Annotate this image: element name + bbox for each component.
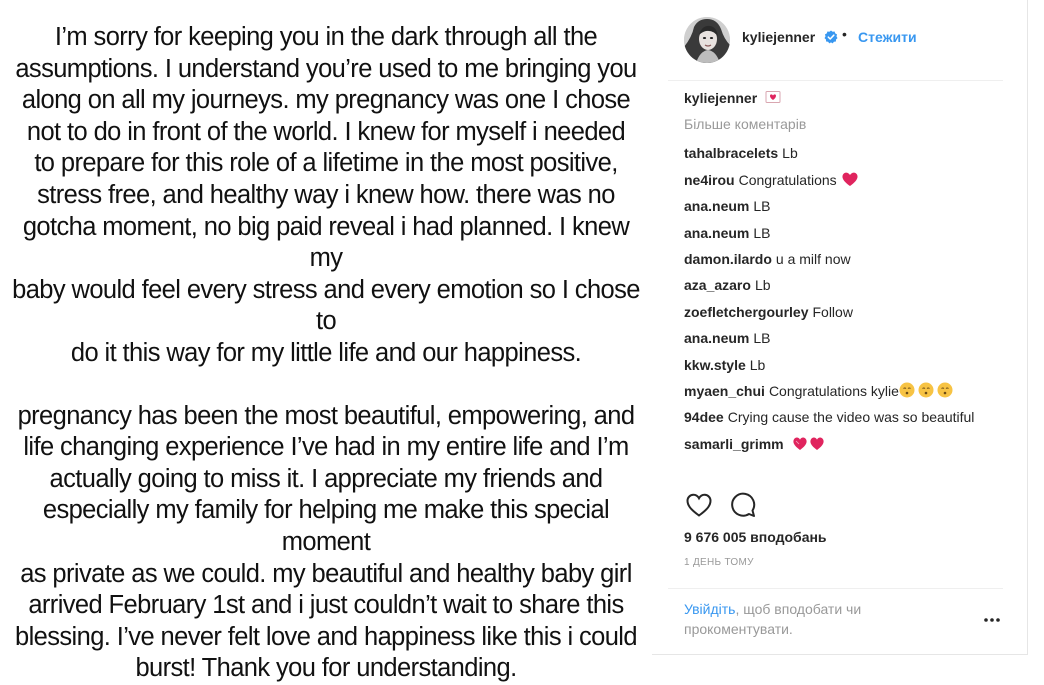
login-link[interactable]: Увійдіть (684, 601, 735, 617)
post-timestamp[interactable]: 1 ДЕНЬ ТОМУ (684, 557, 754, 568)
post-image[interactable]: I’m sorry for keeping you in the dark th… (0, 0, 652, 682)
comment-username[interactable]: kkw.style (684, 357, 746, 373)
comments-list: kyliejenner Більше коментарів tahalbrace… (684, 89, 994, 461)
post-header: kyliejenner • Стежити (668, 8, 1003, 81)
comment-username[interactable]: aza_azaro (684, 277, 751, 293)
header-username[interactable]: kyliejenner (742, 29, 815, 45)
header-separator: • (842, 26, 847, 42)
comment-row: ana.neum LB (684, 197, 994, 215)
comment-username[interactable]: ana.neum (684, 198, 749, 214)
comment-text: Follow (812, 303, 853, 320)
like-heart-icon[interactable] (684, 490, 714, 520)
comment-username[interactable]: ne4irou (684, 172, 735, 188)
comment-username[interactable]: tahalbracelets (684, 145, 778, 161)
heart-letter-icon (765, 91, 781, 103)
comment-row: tahalbracelets Lb (684, 144, 994, 162)
comment-row: damon.ilardo u a milf now (684, 250, 994, 268)
comment-text: Congratulations (738, 171, 837, 188)
comment-username[interactable]: 94dee (684, 409, 724, 425)
comment-text: Lb (749, 356, 766, 373)
caption-username[interactable]: kyliejenner (684, 90, 757, 106)
kissing-face-icon (899, 382, 953, 398)
comment-row: samarli_grimm (684, 435, 994, 453)
comment-row: ne4irou Congratulations (684, 171, 994, 189)
post-sidebar: kyliejenner • Стежити kyliejenner Більше… (668, 0, 1013, 655)
avatar-photo-icon (684, 17, 730, 63)
image-paragraph-2: pregnancy has been the most beautiful, e… (15, 401, 638, 683)
comment-username[interactable]: damon.ilardo (684, 251, 772, 267)
avatar[interactable] (684, 17, 730, 63)
comment-username[interactable]: ana.neum (684, 225, 749, 241)
comment-row: 94dee Crying cause the video was so beaut… (684, 408, 994, 426)
image-paragraph-1: I’m sorry for keeping you in the dark th… (12, 23, 640, 367)
comment-bubble-icon[interactable] (728, 490, 758, 520)
comment-row: kkw.style Lb (684, 356, 994, 374)
comment-text: Crying cause the video was so beautiful (727, 409, 975, 426)
comment-row: aza_azaro Lb (684, 276, 994, 294)
comment-text: Lb (754, 277, 771, 294)
more-comments-link[interactable]: Більше коментарів (684, 115, 994, 133)
more-options-icon[interactable] (982, 615, 1002, 625)
follow-button[interactable]: Стежити (858, 29, 917, 45)
post-image-text: I’m sorry for keeping you in the dark th… (12, 22, 640, 685)
comment-row: ana.neum LB (684, 224, 994, 242)
comment-text: LB (753, 224, 771, 241)
comment-username[interactable]: ana.neum (684, 330, 749, 346)
instagram-post: I’m sorry for keeping you in the dark th… (0, 0, 1028, 682)
comment-username[interactable]: zoefletchergourley (684, 304, 808, 320)
comment-row: myaen_chui Congratulations kylie (684, 382, 994, 400)
comment-username[interactable]: samarli_grimm (684, 436, 784, 452)
red-heart-icon (842, 172, 858, 186)
verified-badge-icon (824, 30, 838, 44)
comment-username[interactable]: myaen_chui (684, 383, 765, 399)
comment-row: zoefletchergourley Follow (684, 303, 994, 321)
two-hearts-icon (792, 437, 824, 450)
comment-text: LB (753, 330, 771, 347)
comment-text: Congratulations kylie (768, 382, 899, 399)
caption: kyliejenner (684, 89, 994, 107)
comment-row: ana.neum LB (684, 329, 994, 347)
comment-text: LB (753, 198, 771, 215)
login-prompt: Увійдіть, щоб вподобати чи прокоментуват… (668, 588, 1003, 648)
comment-text: u a milf now (775, 250, 851, 267)
likes-count[interactable]: 9 676 005 вподобань (684, 529, 827, 545)
login-text: Увійдіть, щоб вподобати чи прокоментуват… (684, 599, 914, 639)
comment-text: Lb (782, 145, 798, 162)
